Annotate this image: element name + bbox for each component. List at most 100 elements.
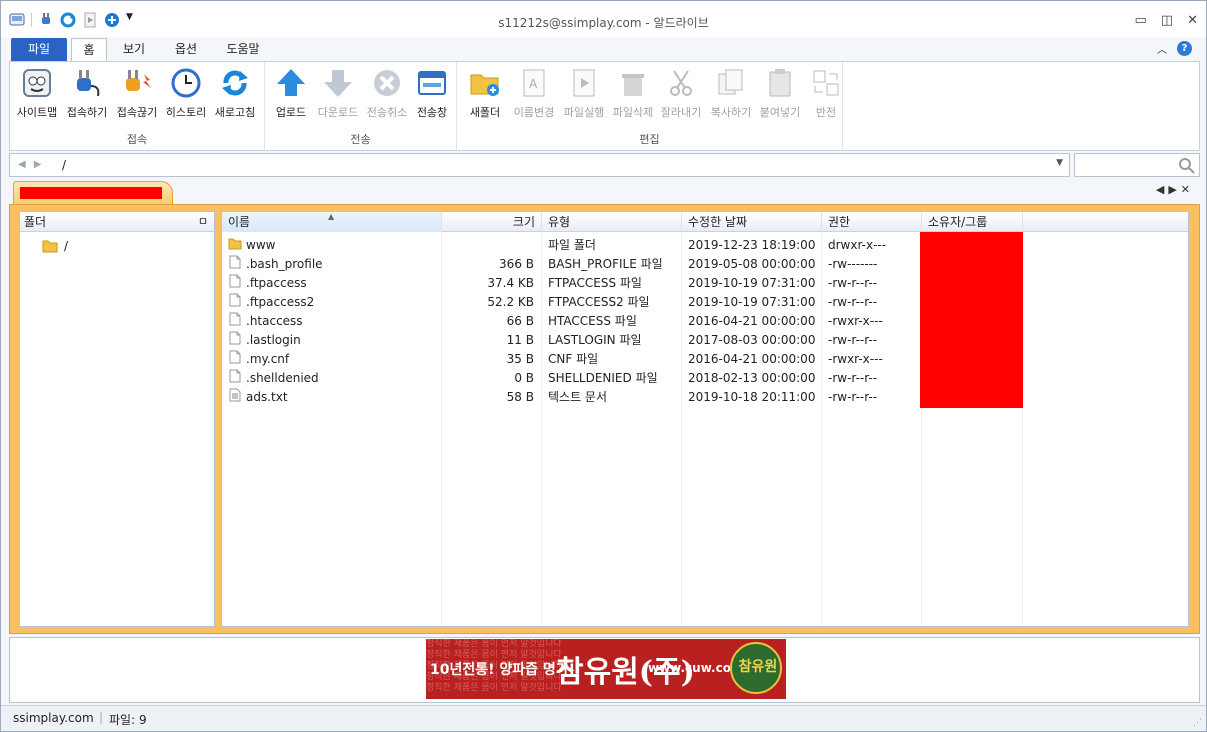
column-owner[interactable]: 소유자/그룹 xyxy=(922,212,1023,232)
cell-size: 52.2 KB xyxy=(487,295,534,309)
collapse-ribbon-icon[interactable]: ︿ xyxy=(1157,41,1167,56)
file-icon xyxy=(228,293,242,313)
cell-size: 366 B xyxy=(499,257,534,271)
column-size[interactable]: 크기 xyxy=(442,212,542,232)
cell-permissions: drwxr-x--- xyxy=(828,238,887,252)
cancel-transfer-button[interactable]: 전송취소 xyxy=(363,66,411,120)
svg-text:A: A xyxy=(529,77,538,91)
clock-icon xyxy=(171,68,201,98)
tab-home[interactable]: 홈 xyxy=(71,38,107,61)
owner-redaction xyxy=(920,232,1023,408)
copy-button[interactable]: 복사하기 xyxy=(707,66,755,120)
text-file-icon xyxy=(228,388,242,408)
tab-prev-icon[interactable]: ◀ xyxy=(1156,183,1168,196)
run-file-button[interactable]: 파일실행 xyxy=(560,66,608,120)
cell-size: 35 B xyxy=(506,352,534,366)
cell-type: 텍스트 문서 xyxy=(548,390,608,404)
cell-type: 파일 폴더 xyxy=(548,238,596,252)
group-label-transfer: 전송 xyxy=(350,133,371,146)
tab-help[interactable]: 도움말 xyxy=(221,38,265,61)
tab-next-icon[interactable]: ▶ xyxy=(1168,183,1180,196)
minimize-icon[interactable]: ▭ xyxy=(1135,13,1147,28)
cell-type: FTPACCESS 파일 xyxy=(548,276,642,290)
download-button[interactable]: 다운로드 xyxy=(314,66,362,120)
upload-button[interactable]: 업로드 xyxy=(267,66,315,120)
connect-button[interactable]: 접속하기 xyxy=(63,66,111,120)
invert-button[interactable]: 반전 xyxy=(802,66,850,120)
tab-close-icon[interactable]: ✕ xyxy=(1181,183,1194,196)
cut-button[interactable]: 잘라내기 xyxy=(657,66,705,120)
address-path: / xyxy=(62,158,67,172)
cell-type: SHELLDENIED 파일 xyxy=(548,371,658,385)
refresh-arrows-icon xyxy=(222,70,248,96)
address-bar[interactable]: ◀▶ / ▼ xyxy=(9,153,1070,177)
file-icon xyxy=(228,255,242,275)
table-row[interactable]: .ftpaccess2 52.2 KB FTPACCESS2 파일 2019-10-1… xyxy=(222,293,922,312)
new-folder-button[interactable]: 새폴더 xyxy=(461,66,509,120)
transfer-window-button[interactable]: 전송창 xyxy=(408,66,456,120)
history-button[interactable]: 히스토리 xyxy=(162,66,210,120)
table-row[interactable]: www 파일 폴더 2019-12-23 18:19:00 drwxr-x--- xyxy=(222,236,922,255)
sitemap-button[interactable]: 사이트맵 xyxy=(13,66,61,120)
run-file-icon xyxy=(573,69,595,97)
close-icon[interactable]: ✕ xyxy=(1187,13,1198,28)
ad-headline: 10년전통! 양파즙 명가! xyxy=(430,662,576,678)
cell-size: 37.4 KB xyxy=(487,276,534,290)
cell-size xyxy=(442,236,534,255)
tree-item-root[interactable]: / xyxy=(42,238,68,254)
search-icon[interactable] xyxy=(1178,157,1196,175)
pin-icon[interactable]: ㅁ xyxy=(198,212,208,232)
search-input[interactable] xyxy=(1074,153,1200,177)
cell-permissions: -rw-r--r-- xyxy=(828,333,878,347)
address-dropdown-icon[interactable]: ▼ xyxy=(1056,158,1063,168)
cancel-icon xyxy=(374,70,400,96)
paste-button[interactable]: 붙여넣기 xyxy=(756,66,804,120)
sort-asc-icon: ▲ xyxy=(328,212,335,221)
copy-icon xyxy=(718,69,743,95)
refresh-button[interactable]: 새로고침 xyxy=(211,66,259,120)
cell-modified: 2016-04-21 00:00:00 xyxy=(688,352,816,366)
back-forward-icon[interactable]: ◀▶ xyxy=(18,159,49,170)
table-row[interactable]: .htaccess 66 B HTACCESS 파일 2016-04-21 00:00… xyxy=(222,312,922,331)
table-row[interactable]: .bash_profile 366 B BASH_PROFILE 파일 2019-05… xyxy=(222,255,922,274)
resize-grip-icon[interactable]: ⋰ xyxy=(1193,718,1202,728)
column-type[interactable]: 유형 xyxy=(542,212,682,232)
ribbon: 사이트맵 접속하기 접속끊기 히스토리 새로고침 접속 업로드 다운로드 전송취… xyxy=(9,61,1200,151)
rename-button[interactable]: A 이름변경 xyxy=(510,66,558,120)
disconnect-button[interactable]: 접속끊기 xyxy=(113,66,161,120)
tab-view[interactable]: 보기 xyxy=(115,38,153,61)
table-row[interactable]: .my.cnf 35 B CNF 파일 2016-04-21 00:00:00 -rwx… xyxy=(222,350,922,369)
delete-file-button[interactable]: 파일삭제 xyxy=(609,66,657,120)
cell-name: .lastlogin xyxy=(228,331,301,350)
connection-tab[interactable]: ssimplay xyxy=(13,181,173,205)
tab-options[interactable]: 옵션 xyxy=(167,38,205,61)
cell-modified: 2019-10-18 20:11:00 xyxy=(688,390,816,404)
folder-icon xyxy=(42,240,58,253)
upload-arrow-icon xyxy=(277,69,305,96)
cell-name: www xyxy=(228,236,275,255)
folder-icon xyxy=(228,236,242,256)
cell-name: .bash_profile xyxy=(228,255,323,274)
group-label-connect: 접속 xyxy=(126,133,148,146)
plug-icon xyxy=(77,70,100,97)
column-modified[interactable]: 수정한 날짜 xyxy=(682,212,822,232)
download-arrow-icon xyxy=(324,70,352,97)
cell-permissions: -rw-r--r-- xyxy=(828,295,878,309)
cell-name: .shelldenied xyxy=(228,369,319,388)
column-permissions[interactable]: 권한 xyxy=(822,212,922,232)
cell-modified: 2017-08-03 00:00:00 xyxy=(688,333,816,347)
table-row[interactable]: .lastlogin 11 B LASTLOGIN 파일 2017-08-03 00:… xyxy=(222,331,922,350)
table-row[interactable]: .ftpaccess 37.4 KB FTPACCESS 파일 2019-10-19 … xyxy=(222,274,922,293)
table-row[interactable]: .shelldenied 0 B SHELLDENIED 파일 2018-02-13 … xyxy=(222,369,922,388)
cell-permissions: -rwxr-x--- xyxy=(828,352,883,366)
ad-banner[interactable]: 정직한 제품은 몸이 먼저 알것입니다 정직한 제품은 몸이 먼저 알것입니다 … xyxy=(426,639,786,699)
restore-icon[interactable]: ◫ xyxy=(1161,13,1173,28)
table-row[interactable]: ads.txt 58 B 텍스트 문서 2019-10-18 20:11:00 -rw-… xyxy=(222,388,922,407)
tab-file[interactable]: 파일 xyxy=(11,38,67,61)
cell-modified: 2019-05-08 00:00:00 xyxy=(688,257,816,271)
help-icon[interactable]: ? xyxy=(1177,41,1192,56)
column-name[interactable]: 이름 ▲ xyxy=(222,212,442,232)
file-list-header: 이름 ▲ 크기 유형 수정한 날짜 권한 소유자/그룹 xyxy=(222,212,1188,232)
ad-seal-logo: 참유원 xyxy=(730,642,782,694)
title-bar: ▼ s11212s@ssimplay.com - 알드라이브 ▭ ◫ ✕ xyxy=(1,1,1206,37)
